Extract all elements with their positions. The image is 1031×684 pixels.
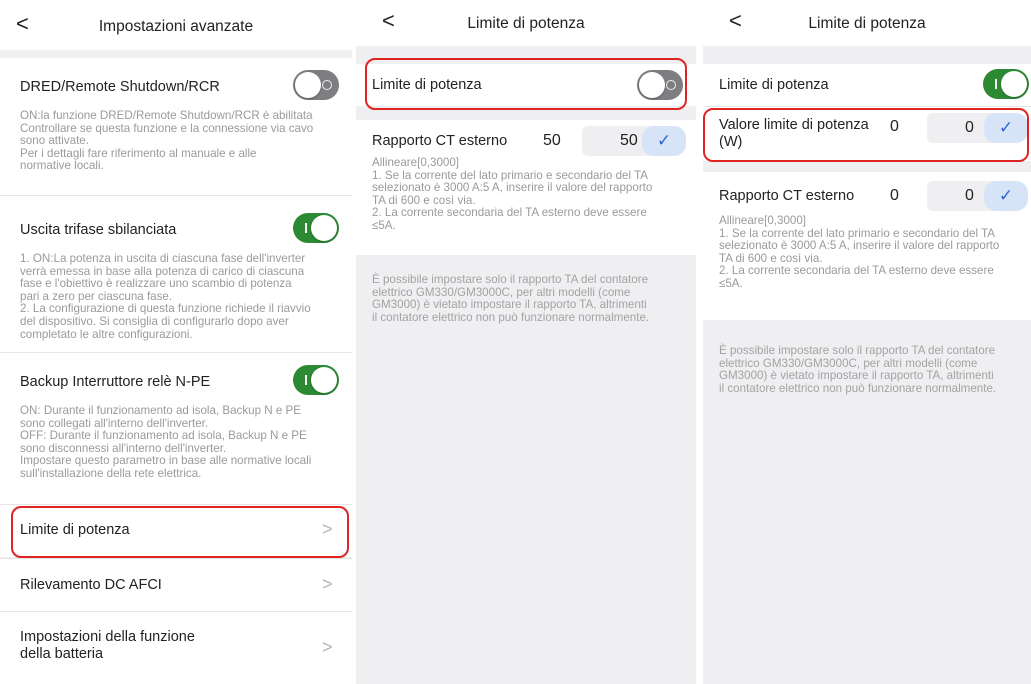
page-title: Impostazioni avanzate [98,18,254,35]
page-title: Limite di potenza [808,15,926,32]
unbalanced-output-title: Uscita trifase sbilanciata [20,222,177,238]
settings-list: DRED/Remote Shutdown/RCR ON:la funzione … [0,58,352,557]
divider [0,195,352,196]
menu-item-dc-afci[interactable]: Rilevamento DC AFCI > [0,559,352,611]
menu-item-battery-settings[interactable]: Impostazioni della funzione della batter… [0,612,352,684]
ct-ratio-section: Rapporto CT esterno 0 0 ✓ Allineare[0,30… [703,172,1031,320]
divider [0,352,352,353]
dred-description: ON:la funzione DRED/Remote Shutdown/RCR … [20,109,314,173]
nav-bar: < Limite di potenza [703,0,1031,46]
backup-relay-toggle[interactable] [293,365,339,395]
chevron-right-icon: > [322,574,333,594]
menu-item-label: Impostazioni della funzione della batter… [20,629,195,662]
menu-item-label: Rilevamento DC AFCI [20,577,162,593]
chevron-right-icon: > [322,637,333,657]
page-title: Limite di potenza [467,15,585,32]
dred-title: DRED/Remote Shutdown/RCR [20,79,220,95]
power-limit-screen-on: < Limite di potenza Limite di potenza Va… [703,0,1031,684]
divider [0,504,352,505]
ct-ratio-description: Allineare[0,3000] 1. Se la corrente del … [372,156,653,232]
nav-bar: < Impostazioni avanzate [0,0,352,50]
dred-toggle[interactable] [293,70,339,100]
backup-relay-title: Backup Interruttore relè N-PE [20,374,211,390]
power-limit-label: Limite di potenza [719,77,829,93]
ct-ratio-input-value: 50 [620,132,638,149]
ct-ratio-label: Rapporto CT esterno [719,188,855,204]
highlight-box [365,58,687,110]
ct-ratio-section: Rapporto CT esterno 50 50 ✓ Allineare[0,… [356,120,696,255]
advanced-settings-screen: < Impostazioni avanzate DRED/Remote Shut… [0,0,352,684]
ct-ratio-current-value: 0 [890,187,899,204]
power-limit-toggle[interactable] [983,69,1029,99]
ct-ratio-description: Allineare[0,3000] 1. Se la corrente del … [719,214,1000,290]
ct-ratio-confirm-button[interactable]: ✓ [984,181,1028,211]
nav-bar: < Limite di potenza [356,0,696,46]
ct-ratio-input-value: 0 [965,187,974,204]
meter-note: È possibile impostare solo il rapporto T… [372,273,650,324]
check-icon: ✓ [656,131,672,150]
highlight-box [703,108,1029,162]
power-limit-row: Limite di potenza [703,64,1031,106]
backup-relay-description: ON: Durante il funzionamento ad isola, B… [20,404,312,480]
highlight-box [11,506,349,558]
unbalanced-output-toggle[interactable] [293,213,339,243]
unbalanced-output-description: 1. ON:La potenza in uscita di ciascuna f… [20,252,311,341]
meter-note: È possibile impostare solo il rapporto T… [719,344,997,395]
ct-ratio-current-value: 50 [543,132,561,149]
power-limit-screen-off: < Limite di potenza Limite di potenza Ra… [356,0,696,684]
ct-ratio-confirm-button[interactable]: ✓ [642,126,686,156]
check-icon: ✓ [998,186,1014,205]
ct-ratio-label: Rapporto CT esterno [372,133,508,149]
